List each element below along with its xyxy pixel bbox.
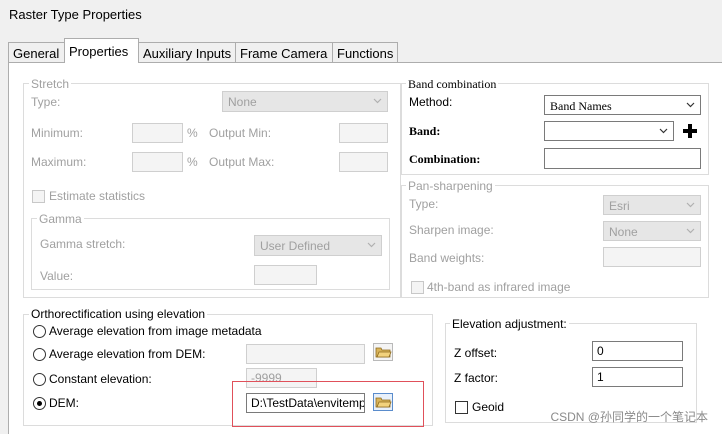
tab-functions[interactable]: Functions bbox=[332, 42, 398, 62]
geoid-checkbox[interactable] bbox=[455, 401, 468, 414]
metadata-elevation-radio[interactable] bbox=[33, 325, 46, 338]
infrared-label: 4th-band as infrared image bbox=[427, 280, 571, 294]
plus-icon[interactable] bbox=[681, 122, 699, 140]
watermark: CSDN @孙同学的一个笔记本 bbox=[550, 410, 708, 424]
maximum-percent: % bbox=[187, 155, 198, 169]
dem-radio[interactable] bbox=[33, 397, 46, 410]
band-combination-legend: Band combination bbox=[406, 77, 499, 92]
band-weights-label: Band weights: bbox=[409, 251, 485, 265]
constant-elevation-radio[interactable] bbox=[33, 373, 46, 386]
avg-dem-elevation-label: Average elevation from DEM: bbox=[49, 347, 206, 361]
stretch-legend: Stretch bbox=[29, 77, 72, 91]
geoid-label: Geoid bbox=[472, 400, 505, 414]
sharpen-image-value: None bbox=[609, 225, 638, 239]
tab-auxiliary-inputs[interactable]: Auxiliary Inputs bbox=[138, 42, 236, 62]
z-offset-input[interactable]: 0 bbox=[592, 341, 683, 361]
pan-type-label: Type: bbox=[409, 197, 439, 211]
stretch-type-value: None bbox=[228, 95, 257, 109]
estimate-statistics-checkbox[interactable] bbox=[32, 190, 45, 203]
chevron-down-icon bbox=[367, 242, 376, 248]
chevron-down-icon bbox=[686, 202, 695, 208]
band-select[interactable] bbox=[544, 121, 674, 141]
minimum-percent: % bbox=[187, 126, 198, 140]
gamma-value-label: Value: bbox=[40, 269, 74, 283]
method-label: Method: bbox=[409, 95, 453, 109]
gamma-stretch-select[interactable]: User Defined bbox=[254, 235, 382, 256]
tab-properties[interactable]: Properties bbox=[64, 38, 139, 63]
output-max-label: Output Max: bbox=[209, 155, 275, 169]
metadata-elevation-label: Average elevation from image metadata bbox=[49, 324, 262, 338]
method-select[interactable]: Band Names bbox=[544, 95, 701, 115]
minimum-label: Minimum: bbox=[31, 126, 84, 140]
output-min-input[interactable] bbox=[339, 123, 388, 143]
z-offset-label: Z offset: bbox=[454, 346, 498, 360]
band-weights-input[interactable] bbox=[603, 247, 701, 267]
folder-open-icon[interactable] bbox=[373, 343, 393, 361]
gamma-legend: Gamma bbox=[37, 212, 84, 226]
orthorectification-legend: Orthorectification using elevation bbox=[29, 307, 208, 321]
pan-type-value: Esri bbox=[609, 199, 630, 213]
z-factor-label: Z factor: bbox=[454, 371, 499, 385]
avg-dem-elevation-radio[interactable] bbox=[33, 348, 46, 361]
infrared-checkbox[interactable] bbox=[411, 281, 424, 294]
combination-input[interactable] bbox=[544, 148, 701, 169]
stretch-type-label: Type: bbox=[31, 95, 61, 109]
chevron-down-icon bbox=[659, 128, 668, 134]
tab-general[interactable]: General bbox=[8, 42, 65, 62]
output-min-label: Output Min: bbox=[209, 126, 272, 140]
elevation-adjustment-legend: Elevation adjustment: bbox=[450, 317, 569, 331]
output-max-input[interactable] bbox=[339, 152, 388, 172]
window-title: Raster Type Properties bbox=[9, 7, 142, 22]
minimum-input[interactable] bbox=[132, 123, 183, 143]
pan-type-select[interactable]: Esri bbox=[603, 195, 701, 215]
z-factor-input[interactable]: 1 bbox=[592, 367, 683, 387]
combination-label: Combination: bbox=[409, 152, 481, 166]
chevron-down-icon bbox=[373, 98, 382, 104]
gamma-value-input[interactable] bbox=[254, 265, 317, 285]
pan-sharpening-legend: Pan-sharpening bbox=[406, 179, 495, 193]
stretch-type-select[interactable]: None bbox=[222, 91, 388, 112]
tab-frame-camera[interactable]: Frame Camera bbox=[235, 42, 333, 62]
constant-elevation-label: Constant elevation: bbox=[49, 372, 152, 386]
sharpen-image-select[interactable]: None bbox=[603, 221, 701, 241]
gamma-stretch-label: Gamma stretch: bbox=[40, 237, 126, 251]
method-value: Band Names bbox=[550, 99, 612, 113]
chevron-down-icon bbox=[686, 228, 695, 234]
dem-label: DEM: bbox=[49, 396, 79, 410]
gamma-stretch-value: User Defined bbox=[260, 239, 331, 253]
estimate-statistics-label: Estimate statistics bbox=[49, 189, 146, 203]
maximum-input[interactable] bbox=[132, 152, 183, 172]
highlight-annotation bbox=[232, 381, 424, 427]
chevron-down-icon bbox=[686, 102, 695, 108]
avg-dem-input[interactable] bbox=[246, 344, 365, 364]
band-label: Band: bbox=[409, 124, 441, 138]
sharpen-image-label: Sharpen image: bbox=[409, 223, 494, 237]
maximum-label: Maximum: bbox=[31, 155, 87, 169]
